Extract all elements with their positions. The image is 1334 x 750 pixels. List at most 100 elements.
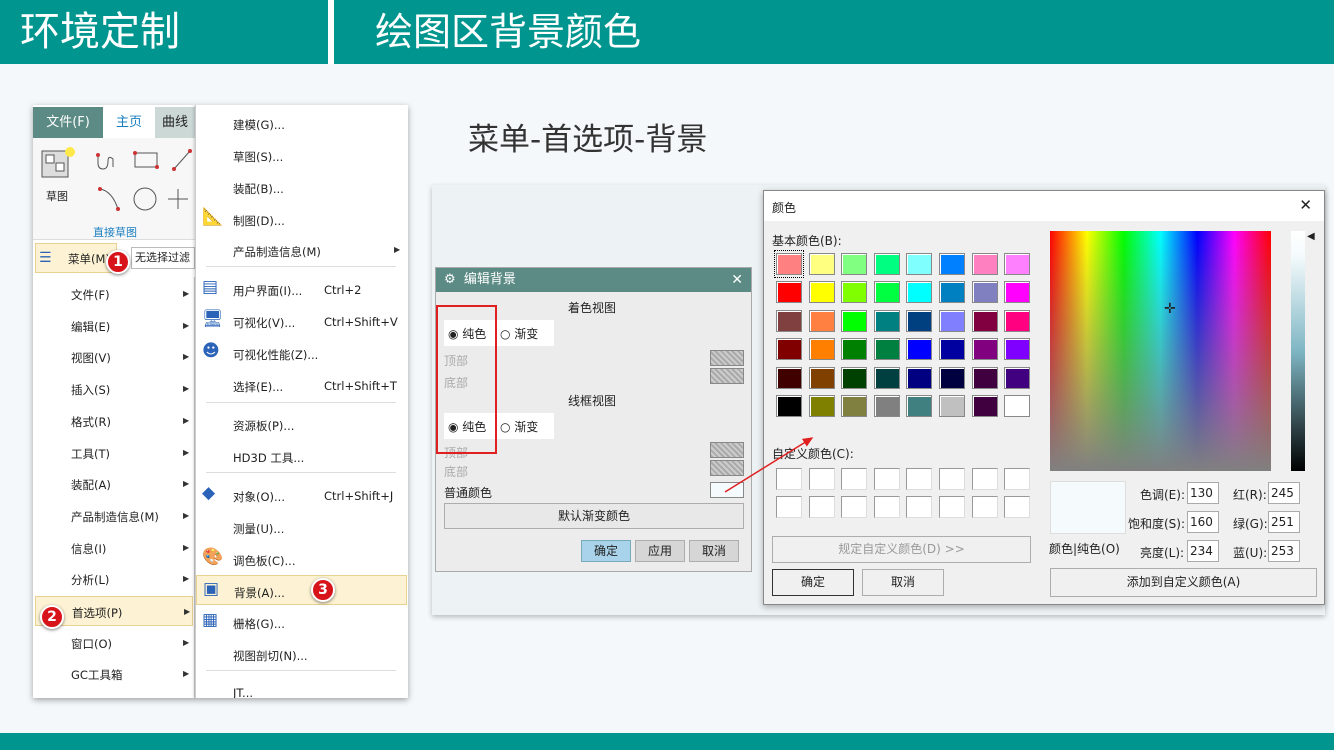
basic-color-swatch[interactable] [971, 281, 998, 304]
custom-color-swatch[interactable] [939, 496, 965, 518]
sat-input[interactable]: 160 [1187, 511, 1219, 533]
lum-input[interactable]: 234 [1187, 540, 1219, 562]
basic-color-swatch[interactable] [1004, 395, 1031, 417]
basic-color-swatch[interactable] [873, 253, 900, 275]
basic-color-swatch[interactable] [776, 366, 802, 389]
radio-gradient-wire[interactable]: ○ 渐变 [500, 418, 538, 435]
submenu-item[interactable]: 可视化性能(Z)... ☻ [196, 338, 407, 368]
basic-color-swatch[interactable] [906, 281, 933, 304]
blue-input[interactable]: 253 [1268, 540, 1300, 562]
submenu-item[interactable]: 用户界面(I)... Ctrl+2 ▤ [196, 274, 407, 304]
submenu-item[interactable]: 背景(A)... ▣ [196, 575, 407, 605]
custom-color-swatch[interactable] [873, 496, 900, 518]
custom-color-swatch[interactable] [873, 468, 900, 490]
basic-color-swatch[interactable] [971, 309, 998, 332]
custom-color-swatch[interactable] [776, 468, 802, 490]
submenu-item[interactable]: 资源板(P)... [196, 409, 407, 439]
close-icon[interactable]: ✕ [731, 268, 743, 292]
submenu-item[interactable]: JT... [196, 677, 407, 698]
radio-gradient-shaded[interactable]: ○ 渐变 [500, 325, 538, 342]
basic-color-swatch[interactable] [971, 253, 998, 275]
close-icon[interactable]: ✕ [1299, 196, 1312, 214]
basic-color-swatch[interactable] [939, 281, 965, 304]
tab-file[interactable]: 文件(F) [33, 107, 103, 138]
crosshair-icon[interactable]: ✛ [1164, 301, 1176, 317]
submenu-item[interactable]: 制图(D)... 📐 [196, 204, 407, 234]
basic-color-swatch[interactable] [841, 281, 868, 304]
basic-color-swatch[interactable] [1004, 281, 1031, 304]
apply-button[interactable]: 应用 [635, 540, 685, 562]
menu-item[interactable]: 工具(T) ▶ [35, 438, 193, 468]
basic-color-swatch[interactable] [971, 366, 998, 389]
sketch-icon[interactable] [39, 143, 79, 183]
basic-color-swatch[interactable] [1004, 338, 1031, 361]
custom-color-swatch[interactable] [906, 468, 933, 490]
cancel-button[interactable]: 取消 [689, 540, 739, 562]
basic-color-swatch[interactable] [808, 281, 835, 304]
custom-color-swatch[interactable] [776, 496, 802, 518]
basic-color-swatch[interactable] [906, 309, 933, 332]
basic-color-swatch[interactable] [808, 366, 835, 389]
basic-color-swatch[interactable] [906, 366, 933, 389]
custom-color-swatch[interactable] [906, 496, 933, 518]
basic-color-swatch[interactable] [1004, 366, 1031, 389]
menu-item[interactable]: 窗口(O) ▶ [35, 628, 193, 658]
menu-item[interactable]: 装配(A) ▶ [35, 469, 193, 499]
basic-color-swatch[interactable] [939, 253, 965, 275]
menu-item[interactable]: 编辑(E) ▶ [35, 311, 193, 341]
default-gradient-button[interactable]: 默认渐变颜色 [444, 503, 744, 529]
menu-item[interactable]: 产品制造信息(M) ▶ [35, 501, 193, 531]
submenu-item[interactable]: 栅格(G)... ▦ [196, 607, 407, 637]
basic-color-swatch[interactable] [776, 338, 802, 361]
custom-color-swatch[interactable] [1004, 468, 1031, 490]
green-input[interactable]: 251 [1268, 511, 1300, 533]
luminance-arrow-icon[interactable]: ◀ [1307, 231, 1315, 242]
basic-color-swatch[interactable] [971, 338, 998, 361]
luminance-slider[interactable] [1291, 231, 1305, 471]
basic-color-swatch[interactable] [1004, 253, 1031, 275]
selection-filter[interactable]: 无选择过滤 [131, 247, 195, 269]
custom-color-swatch[interactable] [808, 468, 835, 490]
basic-color-swatch[interactable] [971, 395, 998, 417]
basic-color-swatch[interactable] [776, 309, 802, 332]
menu-button[interactable]: ☰ 菜单(M) [35, 243, 117, 273]
plain-color-swatch[interactable] [710, 482, 744, 498]
submenu-item[interactable]: 产品制造信息(M) ▶ [196, 235, 407, 265]
submenu-item[interactable]: 调色板(C)... 🎨 [196, 544, 407, 574]
basic-color-swatch[interactable] [873, 366, 900, 389]
basic-color-swatch[interactable] [808, 253, 835, 275]
custom-color-swatch[interactable] [808, 496, 835, 518]
menu-item[interactable]: 插入(S) ▶ [35, 374, 193, 404]
menu-item[interactable]: 分析(L) ▶ [35, 564, 193, 594]
color-cancel-button[interactable]: 取消 [862, 569, 944, 596]
submenu-item[interactable]: 草图(S)... [196, 140, 407, 170]
hue-input[interactable]: 130 [1187, 482, 1219, 504]
basic-color-swatch[interactable] [841, 253, 868, 275]
basic-color-swatch[interactable] [776, 281, 802, 304]
menu-item[interactable]: 视图(V) ▶ [35, 342, 193, 372]
basic-color-swatch[interactable] [873, 395, 900, 417]
basic-color-swatch[interactable] [939, 309, 965, 332]
submenu-item[interactable]: 可视化(V)... Ctrl+Shift+V 🖥 [196, 306, 407, 336]
tab-home[interactable]: 主页 [103, 107, 155, 138]
custom-color-swatch[interactable] [841, 468, 868, 490]
basic-color-swatch[interactable] [776, 253, 802, 275]
submenu-item[interactable]: 视图剖切(N)... [196, 639, 407, 669]
color-spectrum[interactable]: ✛ [1050, 231, 1271, 471]
bottom-color-swatch-wire[interactable] [710, 460, 744, 476]
custom-color-swatch[interactable] [971, 496, 998, 518]
basic-color-swatch[interactable] [906, 395, 933, 417]
basic-color-swatch[interactable] [906, 338, 933, 361]
submenu-item[interactable]: 选择(E)... Ctrl+Shift+T [196, 370, 407, 400]
define-custom-colors-button[interactable]: 规定自定义颜色(D) >> [772, 536, 1031, 563]
top-color-swatch[interactable] [710, 350, 744, 366]
basic-color-swatch[interactable] [939, 395, 965, 417]
basic-color-swatch[interactable] [841, 338, 868, 361]
red-input[interactable]: 245 [1268, 482, 1300, 504]
submenu-item[interactable]: 建模(G)... [196, 108, 407, 138]
basic-color-swatch[interactable] [808, 338, 835, 361]
color-ok-button[interactable]: 确定 [772, 569, 854, 596]
top-color-swatch-wire[interactable] [710, 442, 744, 458]
bottom-color-swatch[interactable] [710, 368, 744, 384]
basic-color-swatch[interactable] [808, 395, 835, 417]
